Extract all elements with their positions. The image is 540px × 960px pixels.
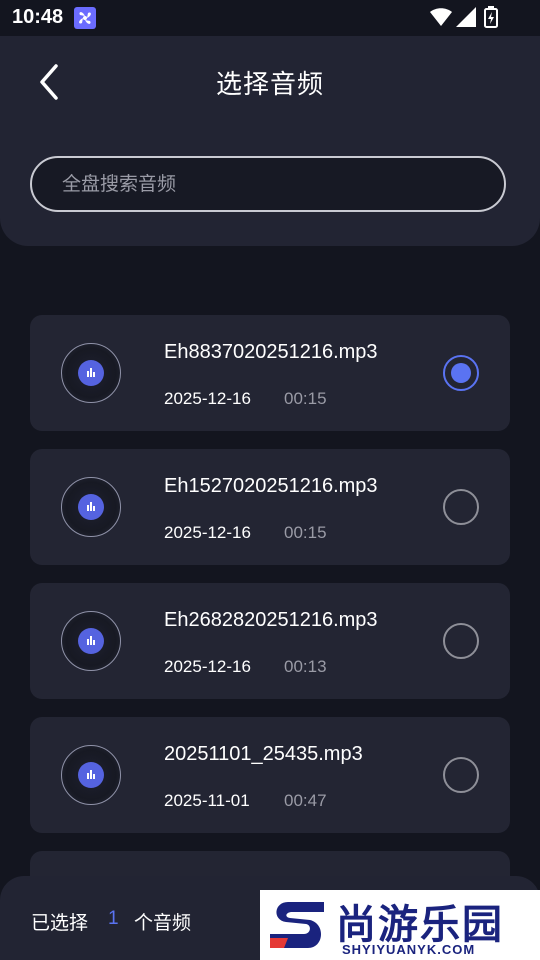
file-duration: 00:15 (284, 389, 327, 408)
selected-prefix: 已选择 (31, 913, 89, 934)
selected-count: 1 (108, 908, 119, 929)
signal-icon (456, 7, 476, 32)
watermark-logo-icon (266, 896, 328, 959)
file-name: Eh2682820251216.mp3 (164, 609, 378, 631)
file-duration: 00:15 (284, 523, 327, 542)
radio-button[interactable] (443, 623, 479, 659)
selected-suffix: 个音频 (134, 913, 192, 934)
audio-disc-icon (61, 745, 121, 805)
file-name: 20251101_25435.mp3 (164, 743, 363, 765)
audio-bars-icon (87, 368, 95, 377)
wifi-icon (430, 7, 452, 32)
radio-button[interactable] (443, 757, 479, 793)
audio-disc-icon (61, 477, 121, 537)
list-item[interactable]: Eh1527020251216.mp3 2025-12-16 00:15 (30, 449, 510, 565)
audio-disc-icon (61, 611, 121, 671)
audio-bars-icon (87, 636, 95, 645)
audio-list: Eh8837020251216.mp3 2025-12-16 00:15 Eh1… (30, 315, 510, 929)
status-bar: 10:48 (0, 0, 540, 36)
file-date: 2025-12-16 (164, 657, 251, 676)
file-date: 2025-11-01 (164, 791, 250, 810)
file-name: Eh8837020251216.mp3 (164, 341, 378, 363)
audio-bars-icon (87, 770, 95, 779)
screen: 10:48 选择音频 全盘搜索音频 Eh8837020251216.mp3 20… (0, 0, 540, 960)
search-input[interactable] (60, 158, 484, 212)
list-item[interactable]: Eh2682820251216.mp3 2025-12-16 00:13 (30, 583, 510, 699)
radio-button[interactable] (443, 355, 479, 391)
header: 选择音频 (0, 36, 540, 246)
file-date: 2025-12-16 (164, 523, 251, 542)
watermark-url: SHYIYUANYK.COM (342, 942, 476, 957)
file-duration: 00:13 (284, 657, 327, 676)
search-box[interactable] (30, 156, 506, 212)
list-item[interactable]: 20251101_25435.mp3 2025-11-01 00:47 (30, 717, 510, 833)
battery-icon (484, 6, 498, 33)
file-name: Eh1527020251216.mp3 (164, 475, 378, 497)
fan-icon (74, 7, 96, 29)
status-time: 10:48 (12, 6, 64, 28)
file-date: 2025-12-16 (164, 389, 251, 408)
page-title: 选择音频 (215, 69, 324, 99)
audio-disc-icon (61, 343, 121, 403)
radio-button[interactable] (443, 489, 479, 525)
watermark: 尚游乐园 SHYIYUANYK.COM (260, 890, 540, 960)
list-item[interactable]: Eh8837020251216.mp3 2025-12-16 00:15 (30, 315, 510, 431)
file-duration: 00:47 (284, 791, 327, 810)
audio-bars-icon (87, 502, 95, 511)
